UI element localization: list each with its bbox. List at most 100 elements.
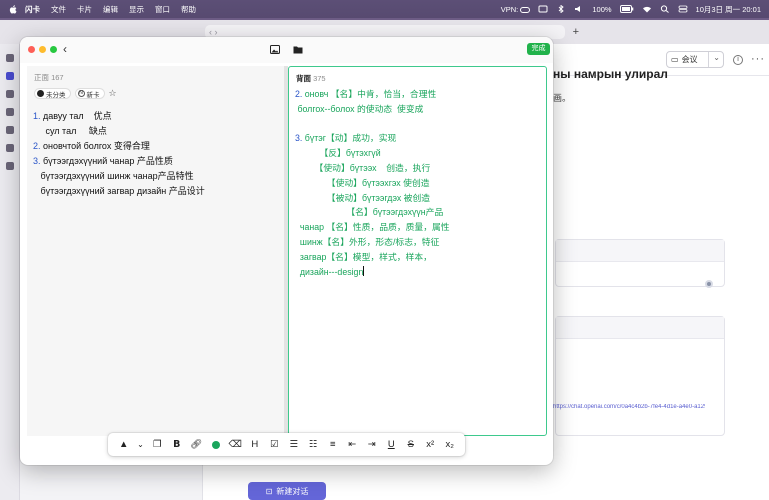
new-chat-icon: ⊡ <box>265 486 273 496</box>
sidebar-app-icon[interactable] <box>6 144 14 152</box>
menu-window[interactable]: 窗口 <box>155 4 170 15</box>
new-card-tag-label: 新卡 <box>86 91 100 99</box>
heading-button[interactable]: H <box>245 436 265 454</box>
vpn-toggle-icon <box>520 6 531 13</box>
menu-card[interactable]: 卡片 <box>77 4 92 15</box>
front-line: 2. оновчтой болгох 变得合理 <box>33 141 150 151</box>
front-line: бүтээгдэхүүний шинж чанар产品特性 <box>33 171 194 181</box>
text-cursor <box>363 265 365 276</box>
more-icon[interactable]: ··· <box>751 53 765 65</box>
info-icon[interactable]: i <box>733 55 743 65</box>
sidebar-app-icon[interactable] <box>6 54 14 62</box>
menu-file[interactable]: 文件 <box>51 4 66 15</box>
vpn-label: VPN: <box>500 4 519 14</box>
front-side-pane[interactable]: 正面 167 未分类 N 新卡 ☆ 1. давуу тал 优点 сул тал… <box>27 66 284 436</box>
numbered-list-icon[interactable]: ☷ <box>304 436 324 454</box>
sidebar-app-icon[interactable] <box>6 162 14 170</box>
underline-button[interactable]: U <box>382 436 402 454</box>
background-subtitle: 画。 <box>553 93 572 103</box>
front-content[interactable]: 1. давуу тал 优点 сул тал 缺点 2. оновчтой б… <box>33 109 205 199</box>
meeting-button[interactable]: ▭ 会议 ⌄ <box>666 51 724 68</box>
macos-menubar: 闪卡 文件 卡片 编辑 显示 窗口 帮助 VPN: 100% 10月3日 周一 … <box>0 0 769 18</box>
bold-button[interactable]: B <box>167 436 187 454</box>
folder-icon[interactable] <box>293 45 303 54</box>
back-line: 【使动】бүтээх 创造，执行 <box>295 162 431 173</box>
menu-view[interactable]: 显示 <box>129 4 144 15</box>
back-line: шинж【名】外形，形态/标志，特征 <box>295 236 440 247</box>
background-link[interactable]: https://chat.openai.com/c/0a4c4b2b-7fe4-… <box>553 404 705 410</box>
back-line: дизайн---design <box>295 265 365 277</box>
done-button[interactable]: 完成 <box>527 43 550 55</box>
text-style-icon[interactable]: ▲ <box>114 436 134 454</box>
background-page-title: ны намрын улирал <box>553 67 668 81</box>
sidebar-app-icon[interactable] <box>6 90 14 98</box>
new-card-tag[interactable]: N 新卡 <box>74 88 105 99</box>
menu-edit[interactable]: 编辑 <box>103 4 118 15</box>
back-chevron-icon[interactable]: ‹ <box>63 43 67 55</box>
background-card <box>555 316 725 436</box>
front-line: 3. бүтээгдэхүүний чанар 产品性质 <box>33 156 173 166</box>
menu-app-name[interactable]: 闪卡 <box>25 4 40 15</box>
menu-help[interactable]: 帮助 <box>181 4 196 15</box>
back-content[interactable]: 2. оновч 【名】中肯，恰当，合理性 болгох--болох 的使动态… <box>295 87 450 279</box>
checkbox-icon[interactable]: ☑ <box>265 436 285 454</box>
front-line: 1. давуу тал 优点 <box>33 111 112 121</box>
front-line: бүтээгдэхүүний загвар дизайн 产品设计 <box>33 186 205 196</box>
back-char-count: 375 <box>313 74 326 83</box>
image-icon[interactable] <box>270 45 280 54</box>
card-editor-window: ‹ 完成 正面 167 未分类 N 新卡 ☆ 1. давуу тал 优点 су… <box>20 37 553 465</box>
color-swatch-icon <box>211 440 220 449</box>
apple-icon[interactable] <box>9 4 17 14</box>
new-chat-button[interactable]: ⊡ 新建对话 <box>248 482 326 500</box>
bullet-list-icon[interactable]: ☰ <box>284 436 304 454</box>
divider-line-icon[interactable]: ≡ <box>323 436 343 454</box>
volume-icon[interactable] <box>574 5 584 13</box>
new-tab-icon[interactable]: + <box>573 25 579 39</box>
zoom-window-icon[interactable] <box>50 46 57 53</box>
link-icon[interactable]: 🔗︎ <box>187 436 207 454</box>
star-icon[interactable]: ☆ <box>109 88 117 99</box>
copy-format-icon[interactable]: ❐ <box>148 436 168 454</box>
sidebar-app-icon[interactable] <box>6 108 14 116</box>
text-color-button[interactable] <box>206 436 226 454</box>
back-line: 【名】бүтээгдэхүүн产品 <box>295 207 444 218</box>
back-line: чанар 【名】性质，品质，质量，属性 <box>295 222 450 233</box>
video-camera-icon: ▭ <box>671 55 679 64</box>
battery-percent: 100% <box>592 4 612 14</box>
minimize-window-icon[interactable] <box>39 46 46 53</box>
category-dot-icon <box>37 90 44 97</box>
chevron-down-icon[interactable]: ⌄ <box>134 436 148 454</box>
front-char-count: 167 <box>51 73 64 82</box>
app-sidebar <box>0 44 20 500</box>
battery-icon[interactable] <box>619 5 634 13</box>
card-tags: 未分类 N 新卡 ☆ <box>34 88 117 99</box>
category-tag-label: 未分类 <box>46 91 66 99</box>
category-tag[interactable]: 未分类 <box>34 88 71 99</box>
eraser-icon[interactable]: ⌫ <box>226 436 246 454</box>
back-line: 2. оновч 【名】中肯，恰当，合理性 <box>295 89 437 99</box>
wifi-icon[interactable] <box>642 5 652 13</box>
vpn-status[interactable]: VPN: <box>501 5 531 14</box>
superscript-button[interactable]: x² <box>421 436 441 454</box>
clock[interactable]: 10月3日 周一 20:01 <box>696 4 761 15</box>
indent-decrease-icon[interactable]: ⇤ <box>343 436 363 454</box>
back-side-pane[interactable]: 背面 375 2. оновч 【名】中肯，恰当，合理性 болгох--бол… <box>288 66 547 436</box>
sidebar-app-icon[interactable] <box>6 72 14 80</box>
meeting-label: 会议 <box>681 55 698 64</box>
subscript-button[interactable]: x₂ <box>440 436 460 454</box>
front-side-title: 正面 <box>34 73 49 82</box>
strikethrough-button[interactable]: S <box>401 436 421 454</box>
chevron-down-icon[interactable]: ⌄ <box>713 53 720 62</box>
back-line: 3. бүтэг【动】成功，实现 <box>295 133 397 144</box>
new-badge-icon: N <box>77 90 85 97</box>
controls-icon[interactable] <box>538 5 548 13</box>
search-icon[interactable] <box>660 5 670 13</box>
close-window-icon[interactable] <box>28 46 35 53</box>
status-dot-icon <box>705 280 713 288</box>
bluetooth-icon[interactable] <box>556 5 566 13</box>
sidebar-app-icon[interactable] <box>6 126 14 134</box>
format-toolbar: ▲ ⌄ ❐ B 🔗︎ ⌫ H ☑ ☰ ☷ ≡ ⇤ ⇥ U S x² x₂ <box>108 433 465 456</box>
control-center-icon[interactable] <box>678 5 688 13</box>
indent-increase-icon[interactable]: ⇥ <box>362 436 382 454</box>
card-window-titlebar: ‹ 完成 <box>20 37 553 63</box>
